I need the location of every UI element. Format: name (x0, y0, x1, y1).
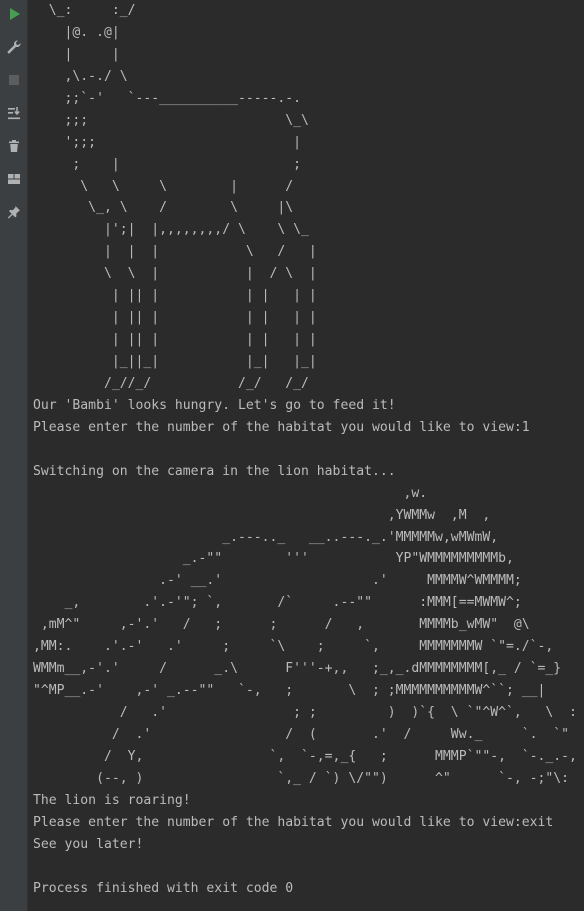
console-line: Our 'Bambi' looks hungry. Let's go to fe… (33, 397, 396, 413)
console-line: ,w. (33, 485, 428, 501)
console-toolbar (0, 0, 28, 911)
console-line: ,MM:. .'.-' .' ; `\ ; `, MMMMMMMW `"=./`… (33, 639, 554, 655)
scroll-to-end-button[interactable] (3, 102, 25, 124)
pin-tab-button[interactable] (3, 201, 25, 223)
console-line: .-' __.' .' MMMMW^WMMMM; (33, 573, 522, 589)
console-line: /_//_/ /_/ /_/ (33, 375, 309, 391)
console-line: ';;; | (33, 134, 302, 150)
run-button[interactable] (3, 3, 25, 25)
console-line: WMMm__,-'.' / _.\ F'''-+,, ;_,_.dMMMMMMM… (33, 661, 562, 677)
layout-icon (7, 174, 20, 184)
console-line: / .' / ( .' / Ww._ `. `" (33, 726, 570, 742)
console-line: ,mM^" ,-'.' / ; ; / , MMMMb_wMW" @\ (33, 617, 530, 633)
console-line: ;;; \_\ (33, 112, 309, 128)
console-line: | || | | | | | (33, 288, 317, 304)
run-console-window: \_: :_/ |@. .@| | | ,\.-./ \ ;;`-' `---_… (0, 0, 584, 911)
run-icon (9, 8, 20, 20)
console-line: "^MP__.-' ,-' _.--"" `-, ; \ ; ;MMMMMMMM… (33, 683, 546, 699)
console-line: |@. .@| (33, 24, 120, 40)
console-line: (--, ) `,_ / `) \/"") ^" `-, -;"\: (33, 770, 570, 786)
console-line: Process finished with exit code 0 (33, 880, 294, 896)
console-line: Switching on the camera in the lion habi… (33, 463, 396, 479)
layout-button[interactable] (3, 168, 25, 190)
console-line: ,YWMMw ,M , (33, 507, 491, 523)
console-line: ,\.-./ \ (33, 68, 128, 84)
stop-icon (8, 75, 19, 85)
console-line: \ \ | | / \ | (33, 266, 317, 282)
stop-button[interactable] (3, 69, 25, 91)
console-line: |';| |,,,,,,,,/ \ \ \_ (33, 222, 309, 238)
console-output-area[interactable]: \_: :_/ |@. .@| | | ,\.-./ \ ;;`-' `---_… (28, 0, 584, 911)
console-line: \_: :_/ (33, 3, 136, 18)
console-line: | || | | | | | (33, 332, 317, 348)
console-line: / Y, `, `-,=,_{ ; MMMP`""-, `-._.-, (33, 748, 577, 764)
scroll-to-end-icon (7, 107, 20, 120)
modify-run-configuration-button[interactable] (3, 36, 25, 58)
console-line: _, .'.-'"; `, /` .--"" :MMM[==MWMW^; (33, 595, 522, 611)
console-line: \ \ \ | / (33, 178, 294, 194)
console-line: ; | ; (33, 156, 302, 172)
wrench-icon (7, 40, 21, 54)
console-line: Please enter the number of the habitat y… (33, 419, 530, 435)
console-line: / .' ; ; ) )`{ \ `"^W^`, \ : (33, 705, 577, 720)
console-line: | | | \ / | (33, 244, 317, 260)
console-line: The lion is roaring! (33, 792, 191, 808)
console-line: _.---.._ __..---._.'MMMMMw,wMWmW, (33, 529, 499, 545)
pin-icon (7, 206, 20, 219)
console-line: | || | | | | | (33, 310, 317, 326)
console-line: | | (33, 46, 120, 62)
console-line: |_||_| |_| |_| (33, 354, 317, 369)
console-output: \_: :_/ |@. .@| | | ,\.-./ \ ;;`-' `---_… (33, 0, 584, 899)
console-line: Please enter the number of the habitat y… (33, 814, 554, 830)
clear-all-button[interactable] (3, 135, 25, 157)
console-line: _.-"" ''' YP"WMMMMMMMMMb, (33, 551, 514, 567)
trash-icon (8, 140, 19, 152)
console-line: See you later! (33, 836, 144, 852)
console-line: ;;`-' `---__________-----.-. (33, 90, 302, 106)
console-line: \_, \ / \ |\ (33, 200, 294, 216)
